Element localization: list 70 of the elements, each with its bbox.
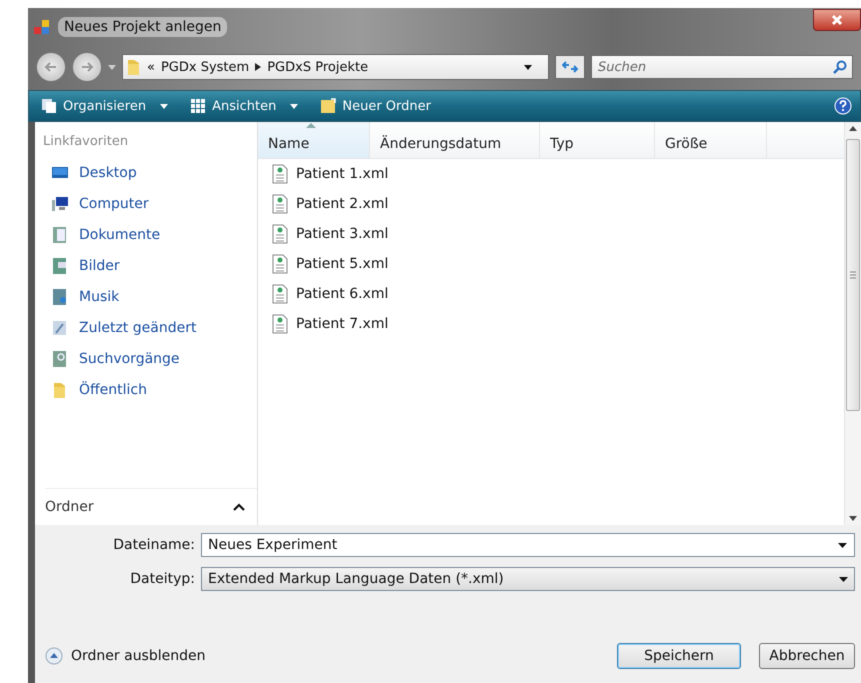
refresh-button[interactable] [555,55,585,79]
grip-icon [850,271,856,279]
sidebar-link[interactable]: Dokumente [45,219,257,250]
sidebar-link[interactable]: Musik [45,281,257,312]
collapse-icon [45,647,63,665]
file-name[interactable]: Patient 2.xml [296,196,388,212]
xml-file-icon [272,254,288,274]
refresh-icon [562,61,578,73]
column-header[interactable]: Größe [655,122,767,158]
filetype-dropdown[interactable]: Extended Markup Language Daten (*.xml) [201,567,855,591]
sort-arrow-icon [306,123,316,128]
column-header[interactable]: Änderungsdatum [370,122,540,158]
sidebar-link[interactable]: Öffentlich [45,374,257,405]
xml-file-icon [272,224,288,244]
caret-icon [160,104,168,108]
dialog-button[interactable]: Abbrechen [759,643,855,669]
file-name[interactable]: Patient 7.xml [296,316,388,332]
history-dropdown-icon[interactable] [108,64,116,70]
sidebar-link[interactable]: Suchvorgänge [45,343,257,374]
filename-field[interactable]: Neues Experiment [201,533,855,557]
toolbar-button[interactable]: Ansichten [186,96,302,116]
xml-file-icon [272,314,288,334]
pages-icon [41,98,57,114]
window-title: Neues Projekt anlegen [58,17,228,37]
breadcrumb-item[interactable]: PGDx System [160,60,250,74]
sidebar-link[interactable]: Desktop [45,157,257,188]
section-heading: Linkfavoriten [43,133,130,151]
grid-icon [190,98,206,114]
sidebar-link[interactable]: Computer [45,188,257,219]
toolbar-button[interactable]: Neuer Ordner [316,96,435,116]
file-name[interactable]: Patient 3.xml [296,226,388,242]
breadcrumb-overflow[interactable]: « [147,60,155,74]
toolbar-button[interactable]: Organisieren [37,96,172,116]
xml-file-icon [272,194,288,214]
back-arrow-icon [44,61,58,73]
file-name[interactable]: Patient 1.xml [296,166,388,182]
app-icon [34,19,50,35]
xml-file-icon [272,164,288,184]
folders-label: Ordner [45,499,94,515]
field-label: Dateiname: [112,537,196,553]
breadcrumb-item[interactable]: PGDxS Projekte [267,60,368,74]
xml-file-icon [272,284,288,304]
scrollbar[interactable] [844,122,861,525]
column-header[interactable]: Typ [540,122,655,158]
help-icon[interactable] [834,97,852,115]
file-name[interactable]: Patient 5.xml [296,256,388,272]
field-label: Dateityp: [129,571,196,587]
hide-folders-button[interactable]: Ordner ausblenden [45,647,206,665]
close-button[interactable] [813,9,861,31]
dialog-button[interactable]: Speichern [617,643,741,669]
folder-icon [320,98,336,114]
back-button[interactable] [36,52,66,82]
dropdown-arrow-icon [839,576,848,582]
scroll-thumb[interactable] [846,139,860,411]
chevron-icon[interactable] [233,503,245,511]
breadcrumb-separator-icon[interactable] [255,63,262,71]
forward-arrow-icon [80,61,94,73]
search-field[interactable]: Suchen [591,55,853,79]
computer-icon [51,194,69,212]
forward-button[interactable] [72,52,102,82]
close-icon [831,14,843,26]
dropdown-arrow-icon[interactable] [838,543,847,548]
search-icon [833,60,847,74]
address-bar[interactable]: « PGDx System PGDxS Projekte [122,54,549,80]
file-name[interactable]: Patient 6.xml [296,286,388,302]
column-header[interactable]: Name [258,122,370,158]
caret-icon [290,104,298,108]
sidebar-link[interactable]: Zuletzt geändert [45,312,257,343]
folder-icon [127,58,141,76]
sidebar-link[interactable]: Bilder [45,250,257,281]
